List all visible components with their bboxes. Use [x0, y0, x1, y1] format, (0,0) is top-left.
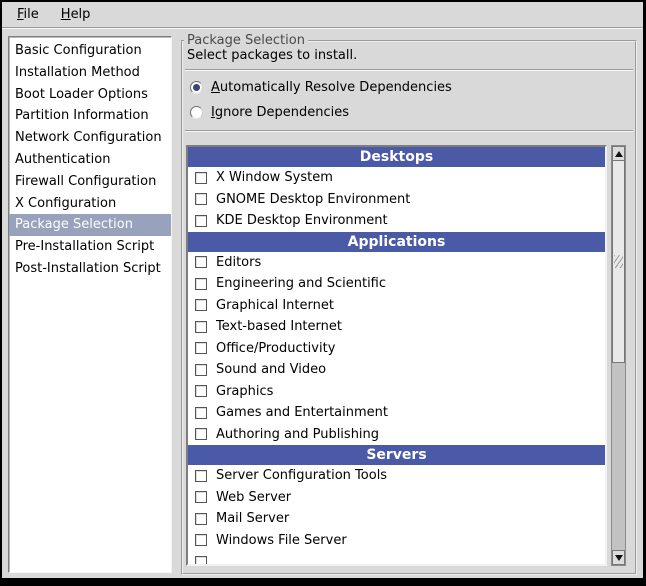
checkbox-icon[interactable] [195, 193, 207, 205]
checkbox-icon[interactable] [195, 428, 207, 440]
checkbox-icon[interactable] [195, 256, 207, 268]
sidebar-item-firewall-configuration[interactable]: Firewall Configuration [9, 171, 171, 193]
package-item-kde-desktop-environment[interactable]: KDE Desktop Environment [188, 210, 605, 232]
package-item-windows-file-server[interactable]: Windows File Server [188, 530, 605, 552]
scroll-up-icon [615, 151, 623, 157]
checkbox-icon[interactable] [195, 534, 207, 546]
package-group-list: Desktops X Window System GNOME Desktop Env… [186, 145, 607, 566]
package-item-label: Text-based Internet [216, 319, 342, 334]
package-item-label: Web Server [216, 490, 291, 505]
package-item-label: Mail Server [216, 511, 289, 526]
scrollbar-thumb[interactable] [612, 161, 625, 363]
main-area: Basic ConfigurationInstallation MethodBo… [2, 28, 643, 575]
package-item-partial[interactable] [188, 551, 605, 566]
checkbox-icon[interactable] [195, 513, 207, 525]
package-item-label: Games and Entertainment [216, 405, 388, 420]
package-item-label: Editors [216, 255, 261, 270]
scroll-up-button[interactable] [612, 146, 625, 161]
intro-text: Select packages to install. [187, 48, 633, 63]
radio-button-icon[interactable] [190, 81, 203, 94]
package-item-label: Server Configuration Tools [216, 468, 387, 483]
sidebar-item-pre-installation-script[interactable]: Pre-Installation Script [9, 236, 171, 258]
sidebar-item-authentication[interactable]: Authentication [9, 149, 171, 171]
scrollbar-grip [614, 255, 623, 268]
dependency-radio-group: Automatically Resolve Dependencies Ignore… [185, 71, 633, 130]
sidebar-item-package-selection[interactable]: Package Selection [9, 214, 171, 236]
separator [185, 130, 633, 132]
sidebar-item-boot-loader-options[interactable]: Boot Loader Options [9, 84, 171, 106]
package-item-label: Windows File Server [216, 533, 347, 548]
package-item-gnome-desktop-environment[interactable]: GNOME Desktop Environment [188, 189, 605, 211]
checkbox-icon[interactable] [195, 172, 207, 184]
kickstart-configurator-window: FileHelp Basic ConfigurationInstallation… [0, 0, 646, 586]
checkbox-icon[interactable] [195, 215, 207, 227]
package-item-label: Engineering and Scientific [216, 276, 386, 291]
package-item-label: Graphical Internet [216, 298, 334, 313]
sidebar-item-x-configuration[interactable]: X Configuration [9, 193, 171, 215]
checkbox-icon[interactable] [195, 299, 207, 311]
package-item-office-productivity[interactable]: Office/Productivity [188, 338, 605, 360]
checkbox-icon[interactable] [195, 556, 207, 566]
package-item-label: Sound and Video [216, 362, 326, 377]
package-item-label: Graphics [216, 384, 273, 399]
package-item-label: Office/Productivity [216, 341, 335, 356]
sidebar-item-network-configuration[interactable]: Network Configuration [9, 127, 171, 149]
package-item-editors[interactable]: Editors [188, 252, 605, 274]
frame-title: Package Selection [184, 33, 308, 48]
package-item-mail-server[interactable]: Mail Server [188, 508, 605, 530]
package-item-label: X Window System [216, 170, 333, 185]
checkbox-icon[interactable] [195, 321, 207, 333]
radio-button-icon[interactable] [190, 106, 203, 119]
package-item-x-window-system[interactable]: X Window System [188, 167, 605, 189]
package-item-games-and-entertainment[interactable]: Games and Entertainment [188, 402, 605, 424]
radio-ignore-dependencies[interactable]: Ignore Dependencies [190, 105, 633, 120]
section-header-applications: Applications [188, 232, 605, 252]
package-item-graphics[interactable]: Graphics [188, 381, 605, 403]
checkbox-icon[interactable] [195, 342, 207, 354]
sidebar-item-partition-information[interactable]: Partition Information [9, 105, 171, 127]
menu-file[interactable]: File [6, 4, 50, 25]
menu-help[interactable]: Help [50, 4, 102, 25]
radio-label: Automatically Resolve Dependencies [211, 80, 452, 95]
radio-automatically-resolve-dependencies[interactable]: Automatically Resolve Dependencies [190, 80, 633, 95]
scroll-down-button[interactable] [612, 550, 625, 565]
package-item-text-based-internet[interactable]: Text-based Internet [188, 316, 605, 338]
package-selection-frame: Package Selection Select packages to ins… [181, 40, 637, 575]
sidebar-item-basic-configuration[interactable]: Basic Configuration [9, 40, 171, 62]
sidebar-item-post-installation-script[interactable]: Post-Installation Script [9, 258, 171, 280]
package-item-authoring-and-publishing[interactable]: Authoring and Publishing [188, 424, 605, 446]
checkbox-icon[interactable] [195, 364, 207, 376]
package-list-row: Desktops X Window System GNOME Desktop Env… [186, 145, 626, 566]
checkbox-icon[interactable] [195, 385, 207, 397]
scroll-down-icon [615, 555, 623, 561]
package-item-sound-and-video[interactable]: Sound and Video [188, 359, 605, 381]
section-header-servers: Servers [188, 445, 605, 465]
package-item-label: Authoring and Publishing [216, 427, 379, 442]
checkbox-icon[interactable] [195, 470, 207, 482]
sidebar-item-installation-method[interactable]: Installation Method [9, 62, 171, 84]
scrollbar-trough[interactable] [612, 161, 625, 550]
sidebar-nav-list: Basic ConfigurationInstallation MethodBo… [8, 36, 172, 573]
package-item-label: GNOME Desktop Environment [216, 192, 410, 207]
package-item-label: KDE Desktop Environment [216, 213, 388, 228]
package-item-graphical-internet[interactable]: Graphical Internet [188, 295, 605, 317]
package-item-server-configuration-tools[interactable]: Server Configuration Tools [188, 465, 605, 487]
radio-label: Ignore Dependencies [211, 105, 349, 120]
menu-bar: FileHelp [2, 2, 643, 28]
vertical-scrollbar[interactable] [611, 145, 626, 566]
package-item-engineering-and-scientific[interactable]: Engineering and Scientific [188, 273, 605, 295]
checkbox-icon[interactable] [195, 278, 207, 290]
checkbox-icon[interactable] [195, 407, 207, 419]
checkbox-icon[interactable] [195, 491, 207, 503]
section-header-desktops: Desktops [188, 147, 605, 167]
package-item-web-server[interactable]: Web Server [188, 487, 605, 509]
right-panel: Package Selection Select packages to ins… [181, 36, 637, 575]
